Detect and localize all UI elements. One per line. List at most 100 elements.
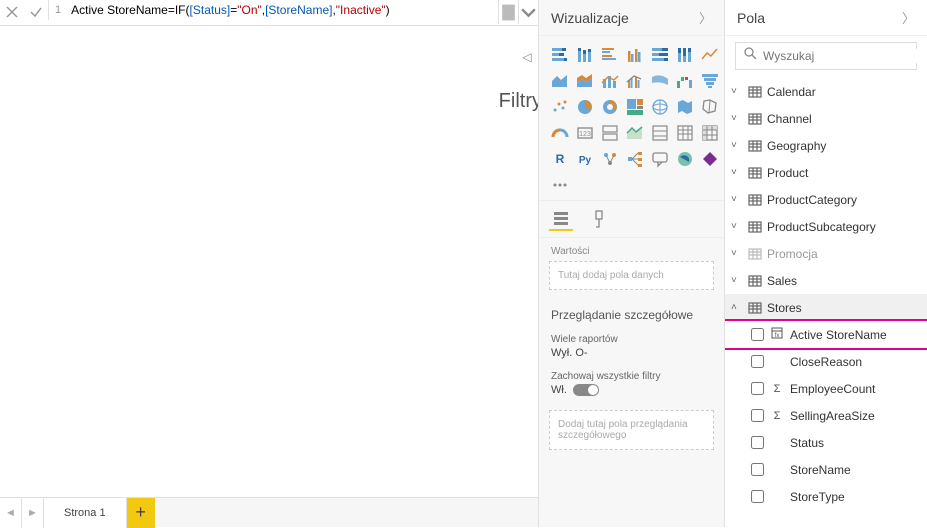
keep-filters-label: Zachowaj wszystkie filtry	[539, 365, 724, 384]
viz-map-icon[interactable]	[649, 96, 671, 118]
field-label: SellingAreaSize	[790, 409, 875, 423]
cross-report-toggle[interactable]: Wył. O-	[539, 347, 724, 365]
viz-stacked-bar-icon[interactable]	[549, 44, 571, 66]
viz-multi-row-card-icon[interactable]	[599, 122, 621, 144]
viz-area-icon[interactable]	[549, 70, 571, 92]
viz-treemap-icon[interactable]	[624, 96, 646, 118]
formula-measure-name: Active StoreName	[71, 3, 168, 17]
viz-funnel-icon[interactable]	[699, 70, 721, 92]
search-icon	[744, 47, 757, 65]
field-checkbox[interactable]	[751, 355, 764, 368]
viz-r-icon[interactable]: R	[549, 148, 571, 170]
field-checkbox[interactable]	[751, 409, 764, 422]
visualizations-collapse-icon[interactable]: 〉	[699, 8, 712, 27]
viz-scatter-icon[interactable]	[549, 96, 571, 118]
viz-filled-map-icon[interactable]	[674, 96, 696, 118]
viz-ribbon-icon[interactable]	[649, 70, 671, 92]
viz-powerapps-icon[interactable]	[699, 148, 721, 170]
field-checkbox[interactable]	[751, 328, 764, 341]
formula-commit-button[interactable]	[24, 0, 48, 24]
field-checkbox[interactable]	[751, 436, 764, 449]
sigma-icon: Σ	[770, 410, 784, 422]
fields-collapse-icon[interactable]: 〉	[902, 8, 915, 27]
table-productcategory[interactable]: ˅ ProductCategory	[725, 186, 927, 213]
formula-bar: 1 Active StoreName = IF ( [Status] = "On…	[0, 0, 538, 26]
viz-qa-icon[interactable]	[649, 148, 671, 170]
fields-search-input[interactable]	[763, 49, 918, 63]
table-channel[interactable]: ˅ Channel	[725, 105, 927, 132]
viz-line-clustered-column-icon[interactable]	[624, 70, 646, 92]
table-icon	[748, 167, 762, 179]
viz-clustered-bar-icon[interactable]	[599, 44, 621, 66]
field-storename[interactable]: StoreName	[725, 456, 927, 483]
chevron-down-icon: ˅	[731, 194, 743, 205]
field-checkbox[interactable]	[751, 490, 764, 503]
viz-clustered-column-icon[interactable]	[624, 44, 646, 66]
viz-stacked-column-icon[interactable]	[574, 44, 596, 66]
formula-input[interactable]: 1 Active StoreName = IF ( [Status] = "On…	[48, 0, 498, 20]
field-status[interactable]: Status	[725, 429, 927, 456]
page-prev-button[interactable]: ◄	[0, 498, 22, 528]
viz-slicer-icon[interactable]	[649, 122, 671, 144]
page-tab-1[interactable]: Strona 1	[44, 498, 127, 528]
field-storetype[interactable]: StoreType	[725, 483, 927, 510]
table-label: Calendar	[767, 85, 816, 99]
viz-100-stacked-column-icon[interactable]	[674, 44, 696, 66]
table-sales[interactable]: ˅ Sales	[725, 267, 927, 294]
page-next-button[interactable]: ►	[22, 498, 44, 528]
viz-custom-icon[interactable]	[549, 174, 571, 196]
viz-key-influencers-icon[interactable]	[599, 148, 621, 170]
viz-fields-tab[interactable]	[549, 207, 573, 231]
viz-waterfall-icon[interactable]	[674, 70, 696, 92]
table-stores[interactable]: ˄ Stores	[725, 294, 927, 321]
values-section-label: Wartości	[539, 238, 724, 261]
field-closereason[interactable]: CloseReason	[725, 348, 927, 375]
table-productsubcategory[interactable]: ˅ ProductSubcategory	[725, 213, 927, 240]
table-geography[interactable]: ˅ Geography	[725, 132, 927, 159]
viz-mode-tabs	[539, 200, 724, 238]
viz-table-icon[interactable]	[674, 122, 696, 144]
drillthrough-field-well[interactable]: Dodaj tutaj pola przeglądania szczegółow…	[549, 410, 714, 450]
viz-python-icon[interactable]: Py	[574, 148, 596, 170]
sigma-icon: Σ	[770, 383, 784, 395]
field-active-storename[interactable]: fx Active StoreName	[725, 321, 927, 348]
viz-shape-map-icon[interactable]	[699, 96, 721, 118]
keep-filters-toggle[interactable]: Wł.	[539, 384, 724, 402]
field-checkbox[interactable]	[751, 382, 764, 395]
field-checkbox[interactable]	[751, 463, 764, 476]
table-product[interactable]: ˅ Product	[725, 159, 927, 186]
viz-card-icon[interactable]: 123	[574, 122, 596, 144]
viz-gauge-icon[interactable]	[549, 122, 571, 144]
formula-cancel-button[interactable]	[0, 0, 24, 24]
svg-text:123: 123	[579, 131, 591, 138]
viz-decomposition-icon[interactable]	[624, 148, 646, 170]
table-calendar[interactable]: ˅ Calendar	[725, 78, 927, 105]
field-sellingareasize[interactable]: Σ SellingAreaSize	[725, 402, 927, 429]
formula-expand-button[interactable]	[518, 0, 538, 24]
visualization-gallery: 123 R Py	[539, 36, 724, 200]
page-add-button[interactable]: +	[127, 498, 155, 528]
viz-format-tab[interactable]	[587, 207, 611, 231]
field-employeecount[interactable]: Σ EmployeeCount	[725, 375, 927, 402]
filters-expand-icon[interactable]: ◁	[522, 50, 531, 64]
viz-kpi-icon[interactable]	[624, 122, 646, 144]
visualizations-header: Wizualizacje 〉	[539, 0, 724, 36]
viz-100-stacked-bar-icon[interactable]	[649, 44, 671, 66]
table-label: ProductCategory	[767, 193, 857, 207]
viz-arcgis-icon[interactable]	[674, 148, 696, 170]
viz-pie-icon[interactable]	[574, 96, 596, 118]
viz-line-stacked-column-icon[interactable]	[599, 70, 621, 92]
table-promocja[interactable]: ˅ Promocja	[725, 240, 927, 267]
table-label: Promocja	[767, 247, 818, 261]
filters-label[interactable]: Filtry	[499, 90, 542, 113]
fields-search-box[interactable]	[735, 42, 917, 70]
field-label: Active StoreName	[790, 328, 887, 342]
viz-donut-icon[interactable]	[599, 96, 621, 118]
viz-stacked-area-icon[interactable]	[574, 70, 596, 92]
table-icon	[748, 248, 762, 260]
viz-matrix-icon[interactable]	[699, 122, 721, 144]
fields-title: Pola	[737, 10, 765, 26]
values-field-well[interactable]: Tutaj dodaj pola danych	[549, 261, 714, 290]
formula-suggestions-button[interactable]	[498, 0, 518, 24]
viz-line-icon[interactable]	[699, 44, 721, 66]
